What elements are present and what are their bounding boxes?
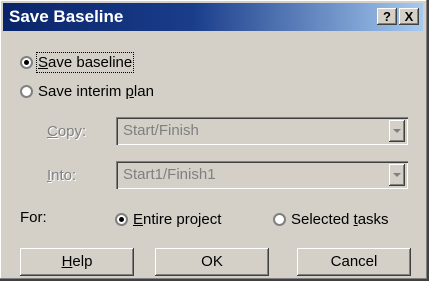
entire-project-option[interactable]: Entire project [115, 211, 221, 228]
cancel-button[interactable]: Cancel [297, 248, 411, 276]
copy-value: Start/Finish [123, 122, 199, 139]
copy-dropdown[interactable]: Start/Finish [116, 117, 408, 145]
copy-label: Copy: [47, 123, 87, 140]
save-baseline-label: Save baseline [35, 52, 135, 73]
save-interim-plan-label: Save interim plan [38, 83, 154, 100]
save-interim-plan-radio[interactable] [20, 85, 33, 98]
into-label: Into: [47, 167, 77, 184]
entire-project-radio[interactable] [115, 213, 128, 226]
title-bar: Save Baseline ? X [3, 3, 423, 31]
save-interim-plan-option[interactable]: Save interim plan [20, 83, 154, 100]
chevron-down-icon[interactable] [389, 164, 405, 186]
save-baseline-option[interactable]: Save baseline [20, 52, 135, 73]
into-value: Start1/Finish1 [123, 166, 216, 183]
help-icon[interactable]: ? [377, 8, 397, 25]
entire-project-label: Entire project [133, 211, 222, 228]
chevron-down-icon[interactable] [389, 120, 405, 142]
selected-tasks-radio[interactable] [273, 213, 286, 226]
ok-button[interactable]: OK [155, 248, 269, 276]
help-button[interactable]: Help [20, 248, 134, 276]
save-baseline-dialog: Save Baseline ? X Save baseline Save int… [0, 0, 429, 281]
for-label: For: [20, 209, 47, 226]
into-dropdown[interactable]: Start1/Finish1 [116, 161, 408, 189]
dialog-title: Save Baseline [9, 7, 124, 26]
selected-tasks-label: Selected tasks [291, 211, 389, 228]
selected-tasks-option[interactable]: Selected tasks [273, 211, 389, 228]
close-icon[interactable]: X [399, 8, 419, 25]
save-baseline-radio[interactable] [20, 56, 33, 69]
